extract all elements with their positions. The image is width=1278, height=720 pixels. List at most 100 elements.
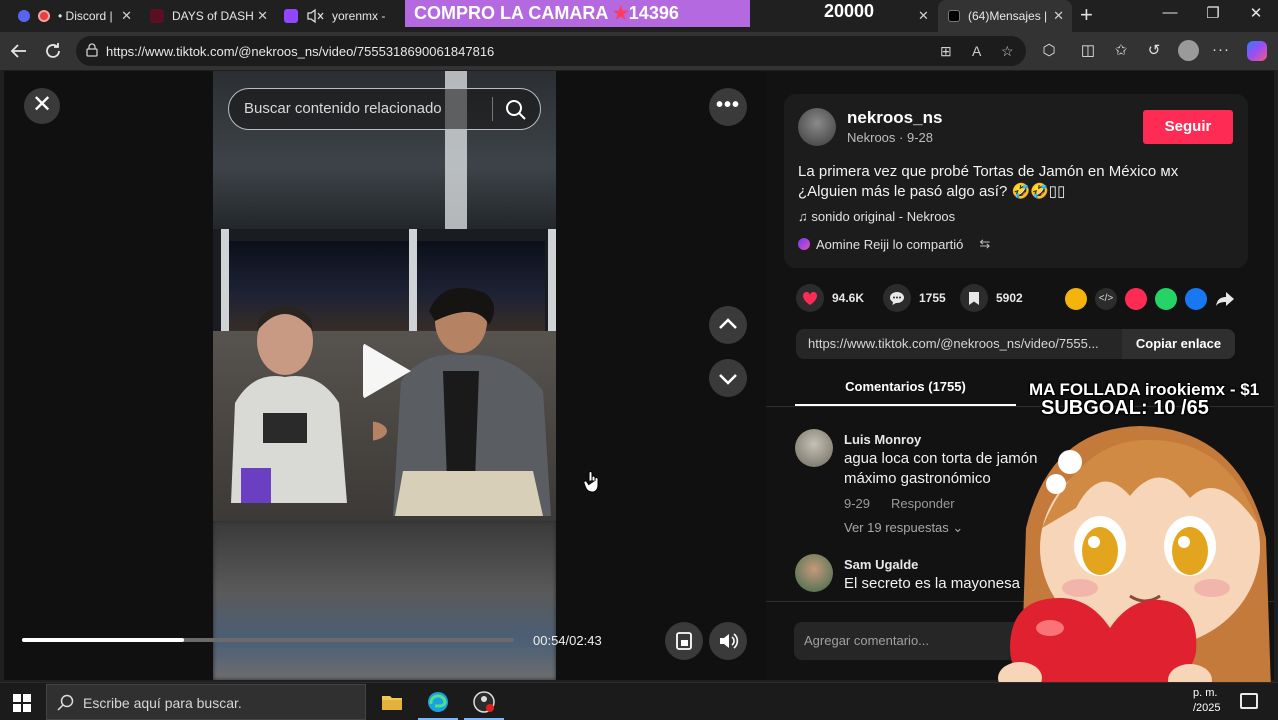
record-icon (38, 10, 50, 22)
tab-twitch[interactable]: yorenmx - (278, 0, 404, 32)
facebook-icon[interactable] (1185, 288, 1207, 310)
search-icon (57, 694, 74, 711)
author-username[interactable]: nekroos_ns (847, 108, 942, 128)
share-arrow-icon[interactable] (1215, 290, 1235, 308)
pip-icon (676, 632, 692, 650)
picture-in-picture-button[interactable] (665, 622, 703, 660)
video-link-text[interactable]: https://www.tiktok.com/@nekroos_ns/video… (808, 336, 1114, 351)
bookmark-icon[interactable] (960, 284, 988, 312)
like-stat[interactable]: 94.6K (796, 284, 864, 312)
copy-link-button[interactable]: Copiar enlace (1122, 329, 1235, 359)
tab-days-of-dash[interactable]: DAYS of DASH ✕ (142, 0, 276, 32)
repost-share-icon[interactable] (1065, 288, 1087, 310)
shared-by-label: Aomine Reiji lo compartió (816, 236, 964, 252)
shared-by[interactable]: Aomine Reiji lo compartió ⇆ (798, 236, 990, 252)
commenter-name[interactable]: Sam Ugalde (844, 557, 918, 572)
like-count: 94.6K (832, 291, 865, 305)
search-placeholder: Buscar contenido relacionado (244, 100, 442, 117)
windows-start-icon[interactable] (13, 694, 31, 712)
commenter-avatar[interactable] (795, 429, 833, 467)
comment-bubble-icon[interactable] (883, 284, 911, 312)
favorite-star-icon[interactable]: ☆ (1001, 43, 1014, 60)
music-link[interactable]: ♫ sonido original - Nekroos (798, 209, 955, 224)
view-replies-button[interactable]: Ver 19 respuestas ⌄ (844, 520, 963, 536)
heart-icon[interactable] (796, 284, 824, 312)
tab-close-icon[interactable]: ✕ (257, 8, 268, 24)
reply-button[interactable]: Responder (891, 496, 955, 511)
clock-date: /2025 (1193, 702, 1221, 714)
file-explorer-icon[interactable] (380, 690, 404, 714)
comment-stat[interactable]: 1755 (883, 284, 946, 312)
profile-avatar[interactable] (1178, 40, 1199, 61)
tab-close-icon[interactable]: ✕ (918, 8, 929, 24)
video-progress-fill (22, 638, 185, 642)
video-progress-bar[interactable] (22, 638, 514, 642)
embed-icon[interactable]: </> (1095, 288, 1117, 310)
window-close-button[interactable]: ✕ (1241, 4, 1271, 22)
video-link-box[interactable]: https://www.tiktok.com/@nekroos_ns/video… (796, 329, 1235, 359)
commenter-avatar[interactable] (795, 554, 833, 592)
video-time: 00:54/02:43 (533, 633, 602, 648)
send-to-friend-icon[interactable] (1125, 288, 1147, 310)
clock-time: p. m. (1193, 687, 1218, 699)
copilot-icon[interactable] (1247, 41, 1267, 61)
banner-amount: 14396 (628, 3, 679, 23)
related-search-input[interactable]: Buscar contenido relacionado (228, 88, 541, 130)
video-frame[interactable] (213, 71, 556, 680)
video-player-area[interactable]: ✕ Buscar contenido relacionado ••• 00:54… (4, 71, 766, 680)
read-aloud-icon[interactable]: A (972, 43, 981, 59)
edge-browser-icon[interactable] (426, 690, 450, 714)
back-arrow-icon[interactable] (7, 40, 31, 62)
taskbar-clock[interactable]: p. m. /2025 (1193, 686, 1221, 716)
repost-user-icon (798, 238, 810, 250)
more-options-button[interactable]: ••• (709, 88, 747, 126)
muted-speaker-icon[interactable] (306, 8, 324, 24)
whatsapp-icon[interactable] (1155, 288, 1177, 310)
tab-close-icon[interactable]: ✕ (121, 8, 132, 24)
comment-text: máximo gastronómico (844, 470, 991, 487)
stream-overlay-subgoal: SUBGOAL: 10 /65 (1041, 397, 1209, 419)
close-video-button[interactable]: ✕ (24, 88, 60, 124)
browser-toolbar: https://www.tiktok.com/@nekroos_ns/video… (0, 32, 1278, 70)
split-screen-icon[interactable]: ◫ (1078, 41, 1098, 59)
tab-label: DAYS of DASH (172, 9, 254, 23)
video-description: La primera vez que probé Tortas de Jamón… (798, 163, 1179, 200)
previous-video-button[interactable] (709, 306, 747, 344)
save-stat[interactable]: 5902 (960, 284, 1023, 312)
favorites-icon[interactable]: ✩ (1111, 41, 1131, 59)
follow-button[interactable]: Seguir (1143, 110, 1233, 144)
address-bar[interactable]: https://www.tiktok.com/@nekroos_ns/video… (76, 36, 1026, 66)
commenter-name[interactable]: Luis Monroy (844, 432, 921, 447)
search-divider (492, 97, 493, 121)
volume-button[interactable] (709, 622, 747, 660)
minimize-button[interactable]: — (1155, 4, 1185, 21)
tab-comments[interactable]: Comentarios (1755) (795, 379, 1016, 394)
settings-menu-icon[interactable]: ··· (1211, 41, 1231, 58)
taskbar-search-placeholder: Escribe aquí para buscar. (83, 695, 242, 711)
banner-text: COMPRO LA CAMARA (414, 3, 613, 23)
taskbar-search-input[interactable]: Escribe aquí para buscar. (46, 684, 366, 720)
speaker-icon (720, 633, 739, 649)
star-icon: ★ (612, 3, 629, 23)
reload-icon[interactable] (41, 40, 65, 62)
magnifier-icon[interactable] (504, 98, 528, 122)
lock-icon[interactable] (86, 43, 98, 57)
notification-center-icon[interactable] (1240, 693, 1258, 709)
stream-counter: 20000 (824, 1, 875, 21)
comment-date: 9-29 (844, 496, 871, 511)
url-text[interactable]: https://www.tiktok.com/@nekroos_ns/video… (106, 44, 494, 59)
comment-count: 1755 (919, 291, 946, 305)
app-grid-icon[interactable]: ⊞ (940, 43, 952, 60)
extensions-icon[interactable]: ⬡ (1039, 41, 1059, 59)
tab-discord[interactable]: • Discord | ✕ (8, 0, 140, 32)
obs-recording-icon[interactable] (472, 690, 496, 714)
new-tab-button[interactable]: + (1080, 2, 1093, 28)
author-avatar[interactable] (798, 108, 836, 146)
play-icon[interactable] (363, 343, 411, 399)
maximize-button[interactable]: ❐ (1198, 4, 1228, 22)
next-video-button[interactable] (709, 359, 747, 397)
history-icon[interactable]: ↺ (1144, 41, 1164, 59)
tab-tiktok[interactable]: (64)Mensajes | ✕ (938, 0, 1072, 32)
tiktok-icon (948, 10, 960, 22)
tab-close-icon[interactable]: ✕ (1053, 8, 1064, 24)
